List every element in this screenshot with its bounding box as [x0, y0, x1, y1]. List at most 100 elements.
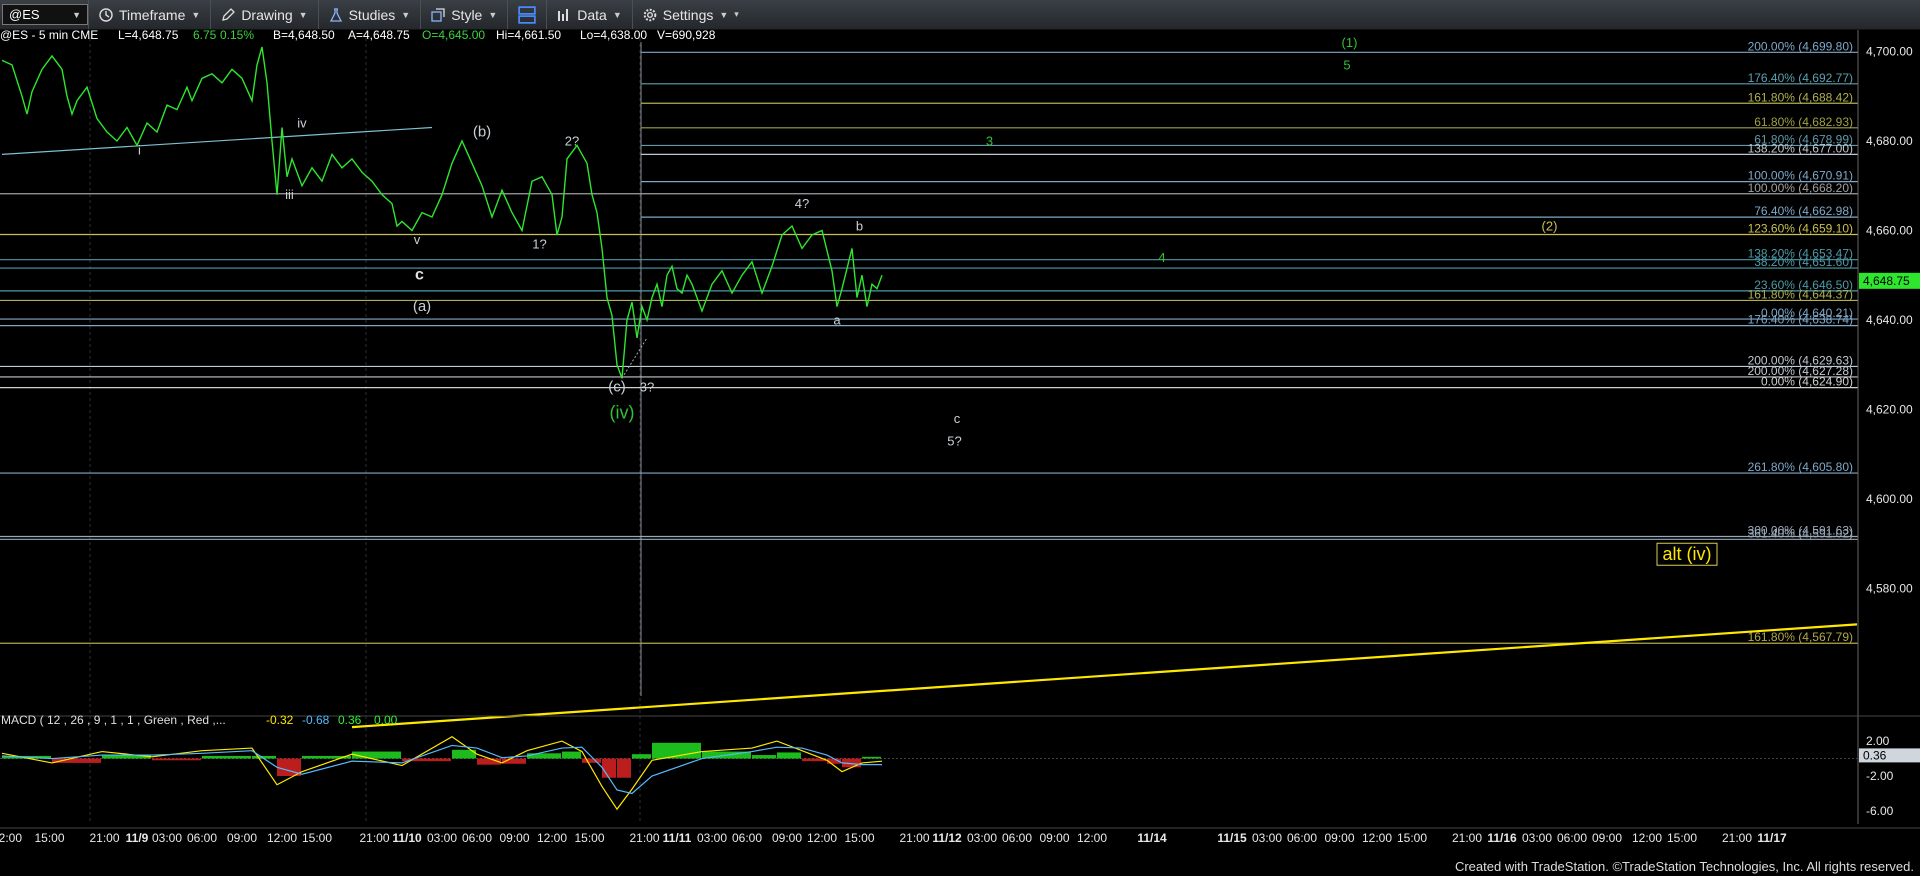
wave-label: 5 [1343, 57, 1350, 72]
fib-label: 361.40% (4,591.02) [1748, 526, 1853, 540]
time-tick: 03:00 [697, 831, 727, 845]
fib-label: 161.80% (4,688.42) [1748, 90, 1853, 104]
time-grid [89, 38, 642, 824]
studies-label: Studies [348, 6, 396, 23]
chevron-down-icon: ▼ [72, 9, 81, 20]
wave-label: 3? [640, 380, 654, 395]
time-tick: 15:00 [34, 831, 64, 845]
time-tick: 15:00 [574, 831, 604, 845]
price-axis: 4,700.00 4,680.00 4,660.00 4,640.00 4,620.00… [1857, 30, 1920, 824]
style-label: Style [451, 6, 483, 23]
high-price: Hi=4,661.50 [496, 30, 561, 42]
price-tick: 4,580.00 [1866, 582, 1913, 596]
time-tick: 11/16 [1487, 831, 1517, 845]
time-tick: 12:00 [807, 831, 837, 845]
toolbar: @ES ▼ Timeframe ▼ Drawing ▼ Studies ▼ St… [0, 0, 1920, 30]
chevron-down-icon: ▼ [488, 9, 498, 20]
price-tick: 4,680.00 [1866, 134, 1913, 148]
wave-label: i [138, 142, 141, 157]
more-caret-icon[interactable]: ▾ [734, 9, 739, 20]
symbol-selector[interactable]: @ES ▼ [2, 4, 88, 25]
price-chart[interactable]: 200.00% (4,699.80) 176.40% (4,692.77) 161.… [0, 30, 1920, 876]
wave-label: (c) [608, 379, 626, 396]
wave-label: v [414, 232, 421, 247]
wave-label: 3 [986, 133, 993, 148]
time-tick: 12:00 [1362, 831, 1392, 845]
time-tick: 06:00 [187, 831, 217, 845]
time-tick: 12:00 [267, 831, 297, 845]
pencil-icon [222, 7, 236, 21]
price-tick: 4,700.00 [1866, 44, 1913, 58]
macd-histogram-bar [777, 752, 801, 759]
macd-tick: -6.00 [1866, 804, 1894, 818]
settings-menu[interactable]: Settings ▼ ▾ [631, 0, 749, 29]
macd-histogram-bar [602, 758, 616, 778]
fib-label: 176.40% (4,692.77) [1748, 71, 1853, 85]
macd-histogram-bar [632, 754, 651, 759]
chevron-down-icon: ▼ [719, 9, 729, 20]
time-tick: 03:00 [152, 831, 182, 845]
time-tick: 06:00 [1287, 831, 1317, 845]
macd-histogram-bar [527, 753, 561, 759]
net-change: 6.75 [193, 30, 217, 42]
price-tick: 4,620.00 [1866, 403, 1913, 417]
macd-histogram-bar [152, 758, 201, 761]
fib-label: 100.00% (4,668.20) [1748, 181, 1853, 195]
fib-label: 61.80% (4,682.93) [1754, 115, 1853, 129]
time-tick: 21:00 [899, 831, 929, 845]
style-icon [431, 7, 445, 22]
wave-label: iv [297, 116, 307, 131]
time-tick: 12:00 [0, 831, 22, 845]
settings-label: Settings [662, 6, 714, 23]
drawing-label: Drawing [241, 6, 293, 23]
gear-icon [643, 8, 657, 21]
wave-label: c [415, 267, 424, 284]
time-tick: 21:00 [89, 831, 119, 845]
studies-menu[interactable]: Studies ▼ [317, 0, 421, 29]
macd-value: 0.36 [338, 713, 362, 727]
layout-button[interactable] [507, 0, 546, 29]
wave-label: 5? [947, 433, 961, 448]
symbol-info: @ES - 5 min CME [0, 30, 98, 42]
price-tick: 4,640.00 [1866, 313, 1913, 327]
time-tick: 15:00 [302, 831, 332, 845]
macd-histogram-bar [582, 758, 601, 763]
macd-histogram-bar [562, 751, 581, 759]
time-tick: 21:00 [359, 831, 389, 845]
wave-label: (1) [1342, 35, 1358, 50]
wave-labels: i iv iii v c (a) (b) 2? 1? (c) 3? (iv) 4? b a c 5? (1) 5 3 4… [138, 35, 1557, 448]
time-tick: 11/14 [1137, 831, 1167, 845]
wave-label: (iv) [610, 402, 635, 422]
time-tick: 12:00 [1632, 831, 1662, 845]
fib-label: 0.00% (4,624.90) [1761, 375, 1853, 389]
macd-value: -0.32 [266, 713, 294, 727]
time-tick: 15:00 [1397, 831, 1427, 845]
timeframe-menu[interactable]: Timeframe ▼ [88, 0, 210, 29]
time-tick: 03:00 [967, 831, 997, 845]
alt-wave-box: alt (iv) [1656, 542, 1718, 566]
last-price-marker-text: 4,648.75 [1863, 274, 1910, 288]
fib-label: 200.00% (4,699.80) [1748, 39, 1853, 53]
blue-trendline [1, 126, 433, 155]
wave-label: 4? [795, 196, 809, 211]
time-tick: 11/10 [392, 831, 422, 845]
ask-price: A=4,648.75 [348, 30, 410, 42]
time-tick: 09:00 [772, 831, 802, 845]
drawing-menu[interactable]: Drawing ▼ [210, 0, 317, 29]
wave-label: b [856, 218, 863, 233]
style-menu[interactable]: Style ▼ [420, 0, 507, 29]
chevron-down-icon: ▼ [612, 9, 622, 20]
data-menu[interactable]: Data ▼ [546, 0, 632, 29]
macd-label: MACD ( 12 , 26 , 9 , 1 , 1 , Green , Red… [1, 713, 226, 727]
time-tick: 03:00 [1252, 831, 1282, 845]
macd-histogram-bar [862, 756, 881, 759]
fib-label: 176.40% (4,638.74) [1748, 313, 1853, 327]
alt-wave-label: alt (iv) [1663, 544, 1712, 564]
macd-histogram-bar [752, 755, 776, 759]
fib-label: 261.80% (4,605.80) [1748, 460, 1853, 474]
time-tick: 09:00 [227, 831, 257, 845]
layout-icon [518, 5, 536, 24]
timeframe-label: Timeframe [119, 6, 186, 23]
fib-label: 123.60% (4,659.10) [1748, 222, 1853, 236]
time-tick: 12:00 [1077, 831, 1107, 845]
